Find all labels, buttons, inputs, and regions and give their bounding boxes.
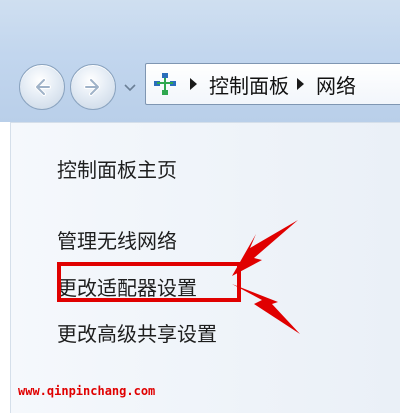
arrow-right-icon (84, 78, 100, 96)
control-panel-home-link[interactable]: 控制面板主页 (57, 154, 177, 183)
network-icon (154, 73, 176, 95)
forward-button[interactable] (70, 64, 116, 110)
chevron-down-icon (124, 84, 136, 92)
address-bar[interactable]: 控制面板 网络 (145, 63, 400, 105)
breadcrumb-control-panel[interactable]: 控制面板 (209, 70, 289, 99)
change-advanced-sharing-settings-link[interactable]: 更改高级共享设置 (57, 318, 217, 347)
annotation-arrows (232, 220, 300, 334)
breadcrumb-separator[interactable] (190, 78, 197, 90)
breadcrumb-separator[interactable] (297, 78, 304, 90)
back-button[interactable] (19, 64, 65, 110)
annotation-highlight-box (57, 262, 241, 302)
annotation-arrow-upper (232, 220, 298, 276)
breadcrumb-network[interactable]: 网络 (316, 70, 356, 99)
window-chrome: 控制面板 网络 (0, 0, 400, 122)
manage-wireless-networks-link[interactable]: 管理无线网络 (57, 225, 177, 254)
recent-pages-button[interactable] (122, 79, 138, 95)
watermark-text: www.qinpinchang.com (18, 384, 156, 398)
annotation-arrow-lower (232, 284, 300, 334)
arrow-left-icon (35, 78, 51, 96)
